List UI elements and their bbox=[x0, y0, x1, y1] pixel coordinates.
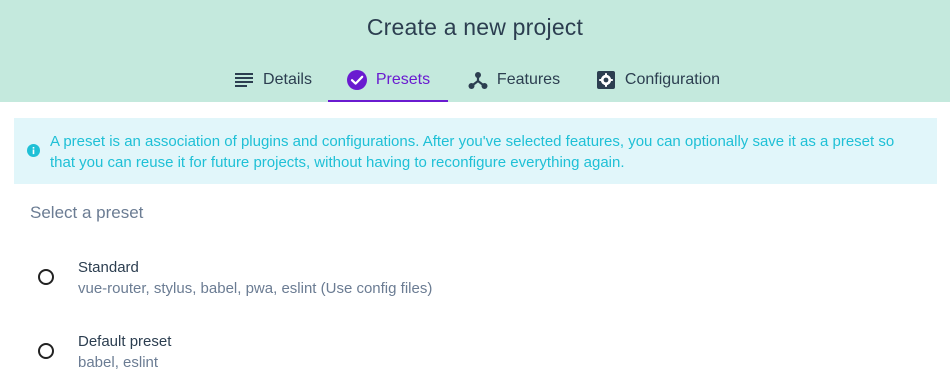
features-icon bbox=[467, 69, 489, 91]
list-icon bbox=[233, 69, 255, 91]
project-header: Create a new project Details Presets Fea… bbox=[0, 0, 950, 102]
settings-icon bbox=[595, 69, 617, 91]
tab-presets[interactable]: Presets bbox=[328, 58, 448, 102]
check-circle-icon bbox=[346, 69, 368, 91]
tab-features-label: Features bbox=[496, 71, 561, 88]
tab-bar: Details Presets Features Configuration bbox=[0, 58, 950, 102]
info-icon bbox=[27, 144, 40, 157]
preset-description: vue-router, stylus, babel, pwa, eslint (… bbox=[78, 280, 433, 297]
info-banner: A preset is an association of plugins an… bbox=[14, 118, 937, 184]
preset-option-default[interactable]: Default preset babel, eslint bbox=[0, 324, 950, 380]
page-title: Create a new project bbox=[366, 14, 584, 40]
tab-details-label: Details bbox=[263, 71, 312, 88]
preset-option-standard[interactable]: Standard vue-router, stylus, babel, pwa,… bbox=[0, 250, 950, 306]
preset-description: babel, eslint bbox=[78, 354, 159, 371]
tab-features[interactable]: Features bbox=[461, 58, 566, 102]
select-preset-heading: Select a preset bbox=[30, 203, 144, 222]
preset-name: Standard bbox=[78, 259, 139, 276]
info-text: A preset is an association of plugins an… bbox=[50, 133, 895, 171]
preset-name: Default preset bbox=[78, 333, 172, 350]
tab-presets-label: Presets bbox=[375, 71, 431, 88]
tab-configuration[interactable]: Configuration bbox=[590, 58, 725, 102]
radio-button[interactable] bbox=[38, 269, 54, 285]
tab-details[interactable]: Details bbox=[229, 58, 316, 102]
tab-configuration-label: Configuration bbox=[624, 71, 721, 88]
radio-button[interactable] bbox=[38, 343, 54, 359]
